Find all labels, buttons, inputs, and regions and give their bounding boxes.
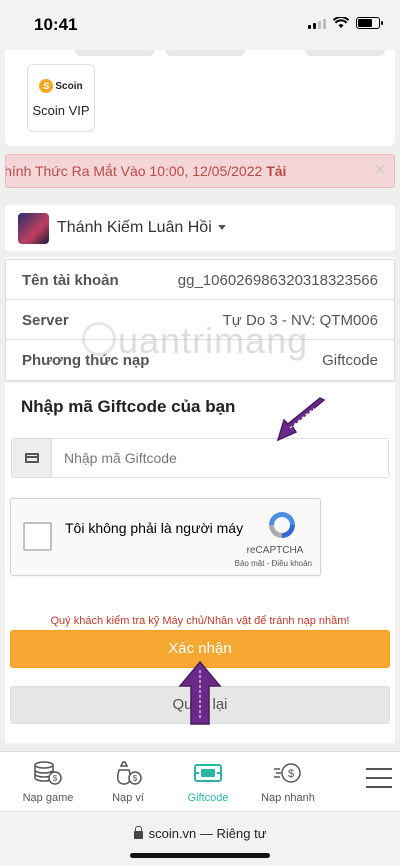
recaptcha-links[interactable]: Bảo mật - Điều khoản xyxy=(235,559,312,568)
browser-bar: scoin.vn — Riêng tư xyxy=(0,811,400,866)
status-icons xyxy=(308,17,383,29)
form-title: Nhập mã Giftcode của bạn xyxy=(21,397,236,416)
battery-icon xyxy=(356,17,383,29)
svg-text:$: $ xyxy=(133,774,138,783)
announcement-banner: Chính Thức Ra Mắt Vào 10:00, 12/05/2022 … xyxy=(5,154,395,188)
announcement-text: Chính Thức Ra Mắt Vào 10:00, 12/05/2022 … xyxy=(5,163,287,179)
table-row: Tên tài khoản gg_106026986320318323566 xyxy=(6,260,394,300)
wifi-icon xyxy=(333,17,349,28)
nav-item-nap-nhanh[interactable]: $ Nạp nhanh xyxy=(248,760,328,804)
money-bag-icon: $ xyxy=(113,760,143,786)
fast-coin-icon: $ xyxy=(273,760,303,786)
announcement-bold: Tải xyxy=(266,163,287,179)
coins-stack-icon: $ xyxy=(33,760,63,786)
nav-item-nap-game[interactable]: $ Nạp game xyxy=(8,760,88,804)
character-selector[interactable]: Thánh Kiếm Luân Hồi xyxy=(5,205,395,251)
info-key: Server xyxy=(22,312,69,329)
lock-icon xyxy=(133,825,143,839)
nav-item-giftcode[interactable]: Giftcode xyxy=(168,760,248,804)
recaptcha-widget: Tôi không phải là người máy reCAPTCHA Bả… xyxy=(10,498,321,576)
cellular-signal-icon xyxy=(308,19,326,29)
home-indicator[interactable] xyxy=(130,853,270,858)
nav-label: Giftcode xyxy=(187,792,229,804)
scoin-logo: S Scoin xyxy=(39,77,83,95)
svg-text:$: $ xyxy=(53,774,58,783)
svg-text:$: $ xyxy=(288,768,294,780)
hamburger-menu-icon[interactable] xyxy=(366,768,392,795)
watermark-logo xyxy=(82,322,116,356)
annotation-arrow-icon xyxy=(178,660,222,725)
recaptcha-logo-icon xyxy=(269,512,295,538)
info-value: Giftcode xyxy=(322,352,378,369)
character-avatar xyxy=(18,213,49,244)
url-bar[interactable]: scoin.vn — Riêng tư xyxy=(0,825,400,841)
giftcode-input-group xyxy=(11,438,389,478)
chevron-down-icon xyxy=(217,225,226,231)
giftcode-input[interactable] xyxy=(52,439,388,477)
nav-label: Nạp nhanh xyxy=(261,792,315,804)
scoin-vip-label: Scoin VIP xyxy=(32,103,90,118)
coin-icon: S xyxy=(39,79,54,93)
bottom-navigation: $ Nạp game $ Nạp ví Giftcode $ Nạp nhanh xyxy=(0,751,400,811)
status-time: 10:41 xyxy=(34,15,78,34)
character-name: Thánh Kiếm Luân Hồi xyxy=(57,219,212,236)
recaptcha-checkbox[interactable] xyxy=(23,522,52,551)
annotation-arrow-icon xyxy=(276,397,326,442)
info-value: gg_106026986320318323566 xyxy=(177,272,378,289)
close-icon[interactable]: × xyxy=(374,159,386,182)
warning-note: Quý khách kiểm tra kỹ Máy chủ/Nhân vật đ… xyxy=(50,615,350,627)
info-key: Tên tài khoản xyxy=(22,272,119,289)
url-text: scoin.vn — Riêng tư xyxy=(148,826,267,841)
giftcode-icon xyxy=(193,760,223,786)
vip-card: S Scoin Scoin VIP xyxy=(5,50,395,146)
nav-label: Nạp ví xyxy=(112,792,144,804)
credit-card-icon xyxy=(24,453,39,463)
nav-item-nap-vi[interactable]: $ Nạp ví xyxy=(88,760,168,804)
status-bar: 10:41 xyxy=(0,0,400,50)
recaptcha-label: Tôi không phải là người máy xyxy=(65,520,244,536)
nav-label: Nạp game xyxy=(22,792,74,804)
watermark: uantrimang xyxy=(118,320,309,361)
recaptcha-brand: reCAPTCHA xyxy=(246,545,304,556)
scoin-vip-tile[interactable]: S Scoin Scoin VIP xyxy=(27,64,95,132)
